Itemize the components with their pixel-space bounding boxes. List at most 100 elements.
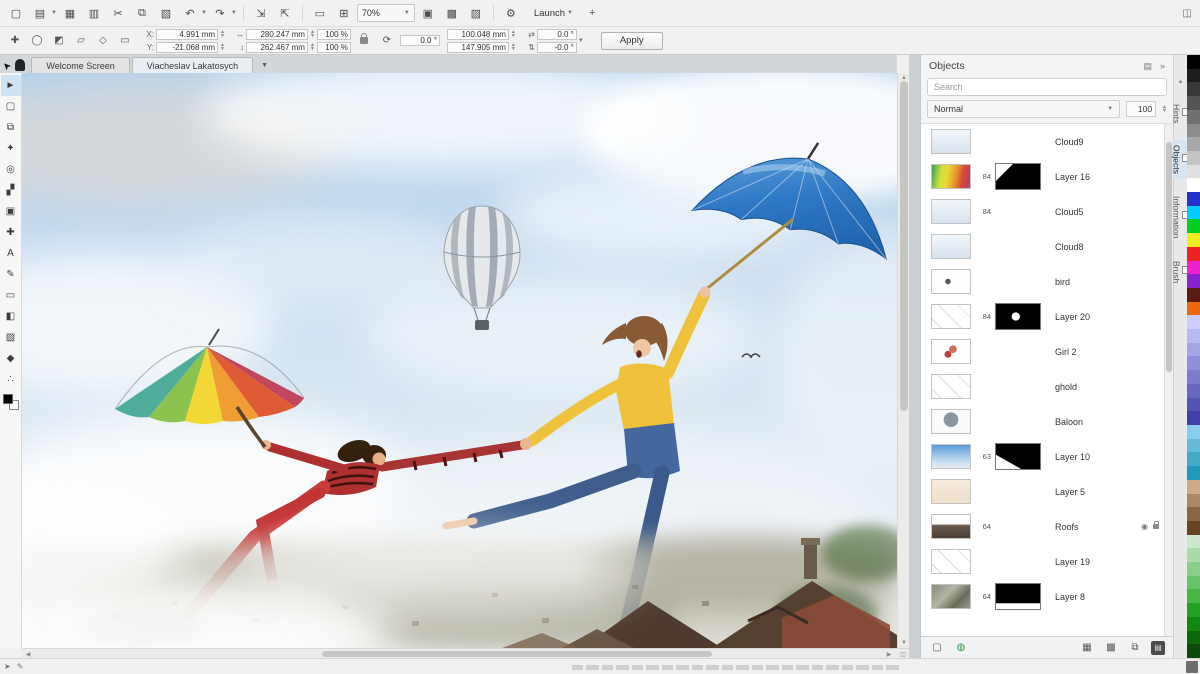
fill-tool[interactable]: ◧ <box>1 306 21 327</box>
width-field[interactable]: 280.247 mm <box>246 29 308 40</box>
import-icon[interactable]: ⇲ <box>250 3 272 23</box>
layer-mask-thumbnail[interactable] <box>995 163 1041 190</box>
magic-wand-mask-tool[interactable]: ✦ <box>1 138 21 159</box>
color-swatch[interactable] <box>1187 452 1200 466</box>
mask-transform-tool[interactable]: ⧉ <box>1 117 21 138</box>
layer-thumbnail[interactable] <box>931 409 971 434</box>
lock-ratio-icon[interactable] <box>360 37 368 44</box>
copy-icon[interactable]: ⧉ <box>131 3 153 23</box>
color-swatch[interactable] <box>1187 398 1200 412</box>
collapse-docker-icon[interactable]: » <box>1160 61 1165 71</box>
tab-list-chevron-icon[interactable]: ▼ <box>261 62 268 69</box>
launch-menu[interactable]: Launch ▼ <box>534 8 573 19</box>
color-swatch[interactable] <box>1187 288 1200 302</box>
layer-row[interactable]: Baloon <box>921 404 1173 439</box>
height-field[interactable]: 262.467 mm <box>246 42 308 53</box>
document-tab-1[interactable]: Viacheslav Lakatosych <box>132 57 253 73</box>
chevron-down-icon[interactable]: ▼ <box>231 10 237 16</box>
layer-row[interactable]: Cloud8 <box>921 229 1173 264</box>
layer-thumbnail[interactable] <box>931 444 971 469</box>
layer-thumbnail[interactable] <box>931 374 971 399</box>
distort-mode-icon[interactable]: ▭ <box>115 31 135 51</box>
color-swatch[interactable] <box>1187 562 1200 576</box>
color-swatch[interactable] <box>1187 110 1200 124</box>
layer-name[interactable]: Cloud9 <box>1049 137 1155 147</box>
chevron-down-icon[interactable]: ▼ <box>51 10 57 16</box>
layer-thumbnail[interactable] <box>931 269 971 294</box>
text-tool[interactable]: A <box>1 243 21 264</box>
canvas-image[interactable] <box>22 73 897 648</box>
opacity-field[interactable]: 100 <box>1126 101 1156 117</box>
layer-thumbnail[interactable] <box>931 479 971 504</box>
color-swatch[interactable] <box>1187 589 1200 603</box>
layer-name[interactable]: Girl 2 <box>1049 347 1155 357</box>
layer-mask-thumbnail[interactable] <box>995 303 1041 330</box>
color-swatch[interactable] <box>1187 329 1200 343</box>
color-swatch[interactable] <box>1187 302 1200 316</box>
color-swatch[interactable] <box>1187 96 1200 110</box>
spinner-icon[interactable]: ▲▼ <box>310 30 315 38</box>
pattern-fill-tool[interactable]: ▨ <box>1 327 21 348</box>
color-swatch[interactable] <box>1187 356 1200 370</box>
color-swatch[interactable] <box>1187 507 1200 521</box>
spinner-icon[interactable]: ▲▼ <box>220 30 225 38</box>
layer-thumbnail[interactable] <box>931 129 971 154</box>
layer-name[interactable]: Layer 19 <box>1049 557 1155 567</box>
zoom-to-fit-icon[interactable]: ⊞ <box>333 3 355 23</box>
layer-name[interactable]: Layer 10 <box>1049 452 1155 462</box>
color-swatch[interactable] <box>1187 247 1200 261</box>
spinner-icon[interactable]: ▲▼ <box>511 30 516 38</box>
crop-tool[interactable]: ▞ <box>1 180 21 201</box>
touch-up-tool[interactable]: ✚ <box>1 222 21 243</box>
layer-row[interactable]: 64Layer 8 <box>921 579 1173 614</box>
color-swatch[interactable] <box>1187 315 1200 329</box>
pick-tool[interactable]: ► <box>1 75 21 96</box>
spinner-icon[interactable]: ▲▼ <box>1162 105 1167 113</box>
scroll-up-icon[interactable]: ▲ <box>1178 79 1184 85</box>
layer-row[interactable]: ghold <box>921 369 1173 404</box>
color-swatch[interactable] <box>1187 343 1200 357</box>
new-document-icon[interactable]: ▢ <box>5 3 27 23</box>
spinner-icon[interactable]: ▲▼ <box>511 43 516 51</box>
color-swatch[interactable] <box>1187 548 1200 562</box>
window-docker-icon[interactable]: ◫ <box>1183 8 1192 19</box>
full-screen-preview-icon[interactable]: ▣ <box>417 3 439 23</box>
open-document-icon[interactable]: ▤ <box>29 3 51 23</box>
layer-row[interactable]: Layer 19 <box>921 544 1173 579</box>
undo-icon[interactable]: ↶ <box>179 3 201 23</box>
color-swatch[interactable] <box>1187 192 1200 206</box>
color-swatch[interactable] <box>1187 480 1200 494</box>
color-swatch[interactable] <box>1187 466 1200 480</box>
color-swatch[interactable] <box>1187 411 1200 425</box>
layer-row[interactable]: Layer 5 <box>921 474 1173 509</box>
color-swatch[interactable] <box>1187 521 1200 535</box>
chevron-down-icon[interactable]: ▼ <box>578 38 584 44</box>
docker-splitter[interactable] <box>909 55 920 658</box>
color-swatch[interactable] <box>1187 494 1200 508</box>
search-input[interactable] <box>927 78 1167 96</box>
objects-options-icon[interactable]: ▤ <box>1143 61 1152 72</box>
layer-name[interactable]: Cloud8 <box>1049 242 1155 252</box>
color-swatch[interactable] <box>1187 439 1200 453</box>
position-crosshair-icon[interactable]: ✚ <box>5 31 25 51</box>
color-swatch[interactable] <box>1187 631 1200 645</box>
scale-width-field[interactable]: 100 % <box>317 29 351 40</box>
layer-name[interactable]: Layer 5 <box>1049 487 1155 497</box>
layer-name[interactable]: Layer 16 <box>1049 172 1155 182</box>
redo-icon[interactable]: ↷ <box>209 3 231 23</box>
print-icon[interactable]: ▥ <box>83 3 105 23</box>
color-swatch[interactable] <box>1187 233 1200 247</box>
layer-row[interactable]: bird <box>921 264 1173 299</box>
layer-row[interactable]: Cloud9 <box>921 124 1173 159</box>
skew-mode-icon[interactable]: ▱ <box>71 31 91 51</box>
color-swatch[interactable] <box>1187 137 1200 151</box>
export-icon[interactable]: ⇱ <box>274 3 296 23</box>
scale-height-field[interactable]: 100 % <box>317 42 351 53</box>
paper-height-field[interactable]: 147.905 mm <box>447 42 509 53</box>
color-swatch[interactable] <box>1187 69 1200 83</box>
delete-object-icon[interactable]: ▤ <box>1151 641 1165 655</box>
spinner-icon[interactable]: ▲▼ <box>310 43 315 51</box>
lock-icon[interactable] <box>1153 524 1159 529</box>
color-swatch[interactable] <box>1187 644 1200 658</box>
show-object-marquee-icon[interactable]: ▨ <box>465 3 487 23</box>
